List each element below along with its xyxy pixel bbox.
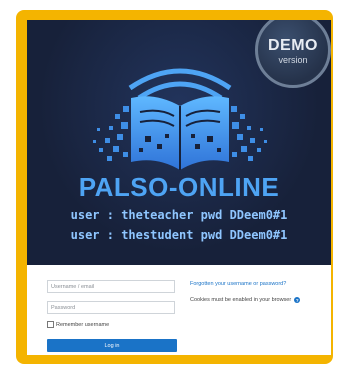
checkbox-box[interactable] xyxy=(47,321,54,328)
demo-badge-subtitle: version xyxy=(278,55,308,65)
demo-banner: DEMO version PALSO-ONLINE user : theteac… xyxy=(27,20,331,265)
login-button[interactable]: Log in xyxy=(47,339,177,352)
cookies-notice: Cookies must be enabled in your browser … xyxy=(190,297,301,303)
username-input[interactable] xyxy=(47,280,175,293)
forgot-credentials-link[interactable]: Forgotten your username or password? xyxy=(190,281,286,287)
brand-title: PALSO-ONLINE xyxy=(78,172,280,202)
demo-badge-title: DEMO xyxy=(268,37,318,54)
remember-username-checkbox[interactable]: Remember username xyxy=(47,321,109,328)
cookies-notice-text: Cookies must be enabled in your browser xyxy=(190,297,292,303)
teacher-credentials: user : theteacher pwd DDeem0#1 xyxy=(70,208,288,222)
remember-username-label: Remember username xyxy=(56,321,110,328)
student-credentials: user : thestudent pwd DDeem0#1 xyxy=(70,228,288,242)
help-icon[interactable]: ? xyxy=(294,297,301,303)
login-form: Remember username Log in Forgotten your … xyxy=(27,265,331,355)
password-input[interactable] xyxy=(47,301,175,314)
